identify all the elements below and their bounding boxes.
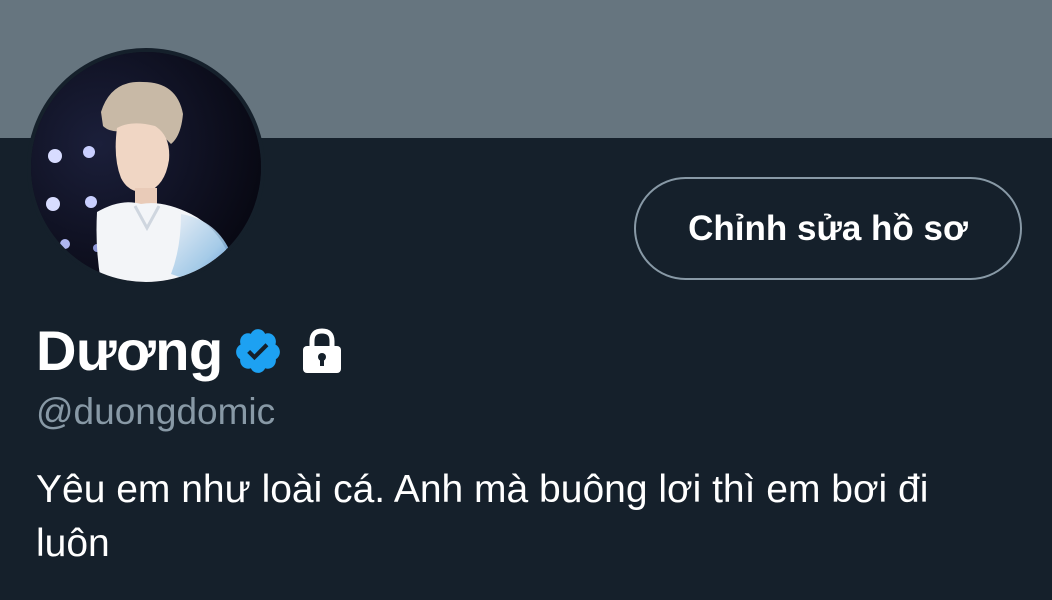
verified-badge-icon	[233, 326, 283, 376]
name-row: Dương	[36, 316, 345, 386]
avatar-image	[31, 52, 261, 282]
avatar[interactable]	[31, 52, 261, 282]
profile-bio: Yêu em như loài cá. Anh mà buông lơi thì…	[36, 468, 929, 565]
user-handle: @duongdomic	[36, 391, 276, 432]
lock-icon	[299, 327, 345, 375]
profile-header: Chỉnh sửa hồ sơ Dương @duongdomic Yêu em…	[0, 0, 1052, 600]
edit-profile-button[interactable]: Chỉnh sửa hồ sơ	[634, 177, 1022, 280]
display-name: Dương	[36, 319, 223, 382]
